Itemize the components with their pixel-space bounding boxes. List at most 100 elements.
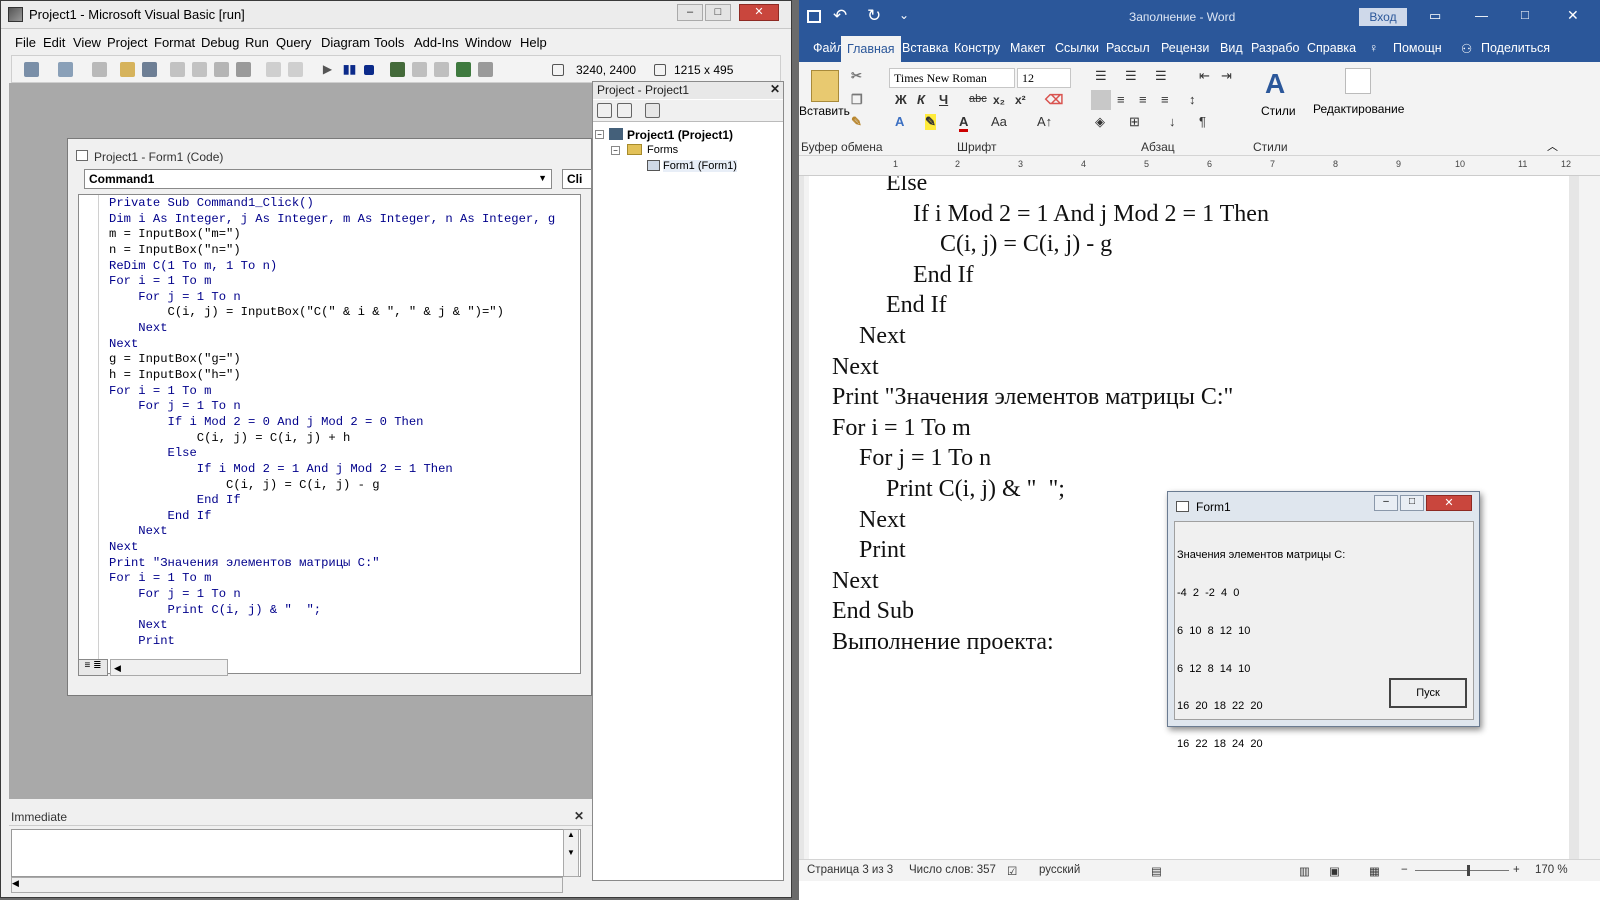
customize-qat-icon[interactable]: ⌄ <box>899 8 909 22</box>
close-icon[interactable]: ✕ <box>1426 495 1472 511</box>
object-browser-icon[interactable] <box>456 62 471 77</box>
shading-icon[interactable]: ◈ <box>1095 114 1105 130</box>
object-combo[interactable]: Command1 ▼ <box>84 169 552 189</box>
code-line[interactable]: If i Mod 2 = 0 And j Mod 2 = 0 Then <box>109 415 555 431</box>
decrease-indent-icon[interactable]: ⇤ <box>1199 68 1210 84</box>
code-line[interactable]: C(i, j) = C(i, j) + h <box>109 431 555 447</box>
redo-icon[interactable]: ↻ <box>867 6 881 26</box>
menu-edit[interactable]: Edit <box>43 35 65 50</box>
lightbulb-icon[interactable]: ♀ <box>1369 41 1378 55</box>
cut-icon[interactable]: ✂ <box>851 68 862 84</box>
properties-icon[interactable] <box>412 62 427 77</box>
tab-design[interactable]: Констру <box>954 41 1000 55</box>
end-icon[interactable] <box>364 65 374 75</box>
doc-line[interactable]: If i Mod 2 = 1 And j Mod 2 = 1 Then <box>832 199 1269 230</box>
code-editor[interactable]: Private Sub Command1_Click() Dim i As Int… <box>78 194 581 674</box>
code-line[interactable]: Print "Значения элементов матрицы C:" <box>109 556 555 572</box>
menu-view[interactable]: View <box>73 35 101 50</box>
document-vscroll[interactable] <box>1579 176 1600 859</box>
tab-file[interactable]: Файл <box>813 41 844 55</box>
font-name-box[interactable]: Times New Roman <box>889 68 1015 88</box>
doc-line[interactable]: Next <box>832 321 1269 352</box>
code-line[interactable]: Next <box>109 618 555 634</box>
form-layout-icon[interactable] <box>434 62 449 77</box>
minimize-icon[interactable]: – <box>677 4 703 21</box>
grow-font-icon[interactable]: A↑ <box>1037 114 1052 129</box>
open-icon[interactable] <box>120 62 135 77</box>
scroll-left-icon[interactable]: ◀ <box>111 663 121 673</box>
tell-me[interactable]: Помощн <box>1393 41 1442 55</box>
code-line[interactable]: Next <box>109 524 555 540</box>
menu-run[interactable]: Run <box>245 35 269 50</box>
print-layout-icon[interactable]: ▣ <box>1329 864 1340 878</box>
menu-diagram[interactable]: Diagram <box>321 35 370 50</box>
view-object-icon[interactable] <box>617 103 632 118</box>
run-button[interactable]: Пуск <box>1389 678 1467 708</box>
status-language[interactable]: русский <box>1039 864 1080 876</box>
font-size-box[interactable]: 12 <box>1017 68 1071 88</box>
search-icon[interactable] <box>1345 68 1371 94</box>
immediate-input[interactable] <box>11 829 581 877</box>
code-line[interactable]: End If <box>109 509 555 525</box>
zoom-in-icon[interactable]: + <box>1513 864 1520 876</box>
code-line[interactable]: Next <box>109 337 555 353</box>
menu-help[interactable]: Help <box>520 35 547 50</box>
menu-debug[interactable]: Debug <box>201 35 239 50</box>
menu-addins[interactable]: Add-Ins <box>414 35 459 50</box>
code-line[interactable]: g = InputBox("g=") <box>109 352 555 368</box>
align-center-icon[interactable]: ≡ <box>1117 92 1125 107</box>
find-icon[interactable] <box>236 62 251 77</box>
close-icon[interactable]: ✕ <box>574 809 584 823</box>
code-line[interactable]: Else <box>109 446 555 462</box>
close-icon[interactable]: ✕ <box>739 4 779 21</box>
code-hscroll[interactable]: ◀ <box>110 659 228 676</box>
code-line[interactable]: C(i, j) = InputBox("C(" & i & ", " & j &… <box>109 305 555 321</box>
code-line[interactable]: For j = 1 To n <box>109 587 555 603</box>
menu-tools[interactable]: Tools <box>374 35 404 50</box>
immediate-hscroll[interactable]: ◀ <box>11 877 563 893</box>
tab-insert[interactable]: Вставка <box>902 41 948 55</box>
line-spacing-icon[interactable]: ↕ <box>1189 92 1196 107</box>
bold-icon[interactable]: Ж <box>895 92 907 107</box>
increase-indent-icon[interactable]: ⇥ <box>1221 68 1232 84</box>
add-project-icon[interactable] <box>24 62 39 77</box>
numbering-icon[interactable]: ☰ <box>1125 68 1137 84</box>
person-icon[interactable]: ⚇ <box>1461 41 1472 56</box>
code-line[interactable]: For i = 1 To m <box>109 274 555 290</box>
highlight-icon[interactable]: ✎ <box>925 114 936 130</box>
doc-line[interactable]: Next <box>832 352 1269 383</box>
tree-project-root[interactable]: Project1 (Project1) <box>627 128 733 142</box>
doc-line[interactable]: Print "Значения элементов матрицы C:" <box>832 382 1269 413</box>
code-line[interactable]: For i = 1 To m <box>109 384 555 400</box>
read-mode-icon[interactable]: ▥ <box>1299 864 1310 878</box>
align-left-icon[interactable] <box>1091 90 1111 110</box>
zoom-slider[interactable] <box>1415 870 1509 871</box>
menu-editor-icon[interactable] <box>92 62 107 77</box>
code-line[interactable]: Print C(i, j) & " "; <box>109 603 555 619</box>
copy-icon[interactable] <box>192 62 207 77</box>
collapse-icon[interactable]: − <box>611 146 620 155</box>
menu-project[interactable]: Project <box>107 35 147 50</box>
tab-references[interactable]: Ссылки <box>1055 41 1099 55</box>
code-line[interactable]: Dim i As Integer, j As Integer, m As Int… <box>109 212 555 228</box>
menu-window[interactable]: Window <box>465 35 511 50</box>
editing-button[interactable]: Редактирование <box>1313 102 1404 116</box>
tab-review[interactable]: Рецензи <box>1161 41 1209 55</box>
doc-line[interactable]: Else <box>832 176 1269 199</box>
minimize-icon[interactable]: — <box>1475 8 1488 23</box>
code-line[interactable]: End If <box>109 493 555 509</box>
doc-line[interactable]: End If <box>832 260 1269 291</box>
ribbon-options-icon[interactable]: ▭ <box>1429 8 1441 24</box>
sign-in-button[interactable]: Вход <box>1359 8 1407 26</box>
maximize-icon[interactable]: □ <box>705 4 731 21</box>
status-page[interactable]: Страница 3 из 3 <box>807 864 893 876</box>
code-line[interactable]: n = InputBox("n=") <box>109 243 555 259</box>
code-line[interactable]: For j = 1 To n <box>109 399 555 415</box>
code-line[interactable]: For i = 1 To m <box>109 571 555 587</box>
close-icon[interactable]: ✕ <box>770 82 780 96</box>
code-line[interactable]: For j = 1 To n <box>109 290 555 306</box>
code-line[interactable]: Next <box>109 540 555 556</box>
code-line[interactable]: Print <box>109 634 555 650</box>
tab-home[interactable]: Главная <box>841 36 901 62</box>
tree-forms[interactable]: Forms <box>647 144 678 156</box>
